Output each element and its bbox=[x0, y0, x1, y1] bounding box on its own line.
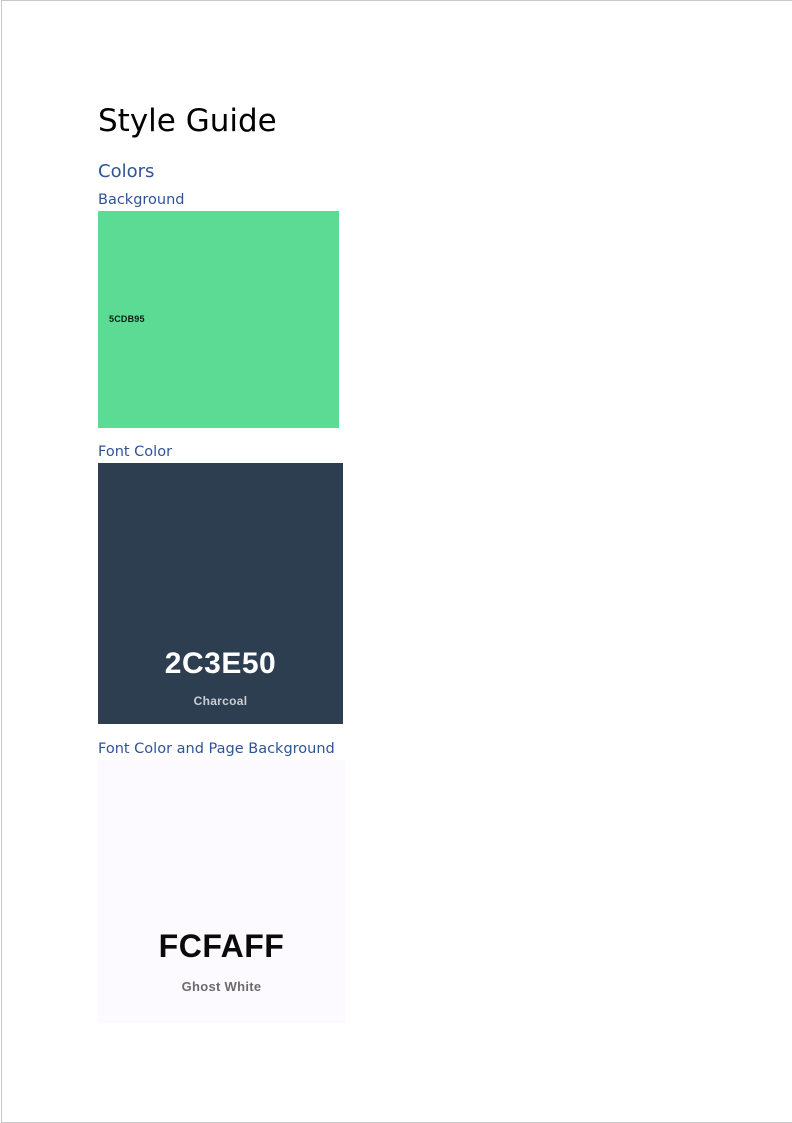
swatch-color-name: Charcoal bbox=[193, 694, 248, 708]
document-page: Style Guide Colors Background 5CDB95 Fon… bbox=[1, 0, 792, 1123]
subheading-font-color: Font Color bbox=[98, 444, 173, 460]
swatch-color-name: Ghost White bbox=[181, 979, 262, 994]
swatch-color-code: 2C3E50 bbox=[164, 647, 277, 680]
swatch-color-code: 5CDB95 bbox=[109, 314, 145, 324]
background-color-swatch: 5CDB95 bbox=[98, 211, 339, 428]
subheading-background: Background bbox=[98, 192, 185, 208]
page-background-color-swatch: FCFAFF Ghost White bbox=[98, 760, 345, 1023]
section-heading-colors: Colors bbox=[98, 161, 155, 182]
page-title: Style Guide bbox=[98, 103, 277, 139]
font-color-swatch: 2C3E50 Charcoal bbox=[98, 463, 343, 724]
swatch-color-code: FCFAFF bbox=[158, 928, 285, 964]
subheading-font-color-and-page-background: Font Color and Page Background bbox=[98, 741, 335, 757]
